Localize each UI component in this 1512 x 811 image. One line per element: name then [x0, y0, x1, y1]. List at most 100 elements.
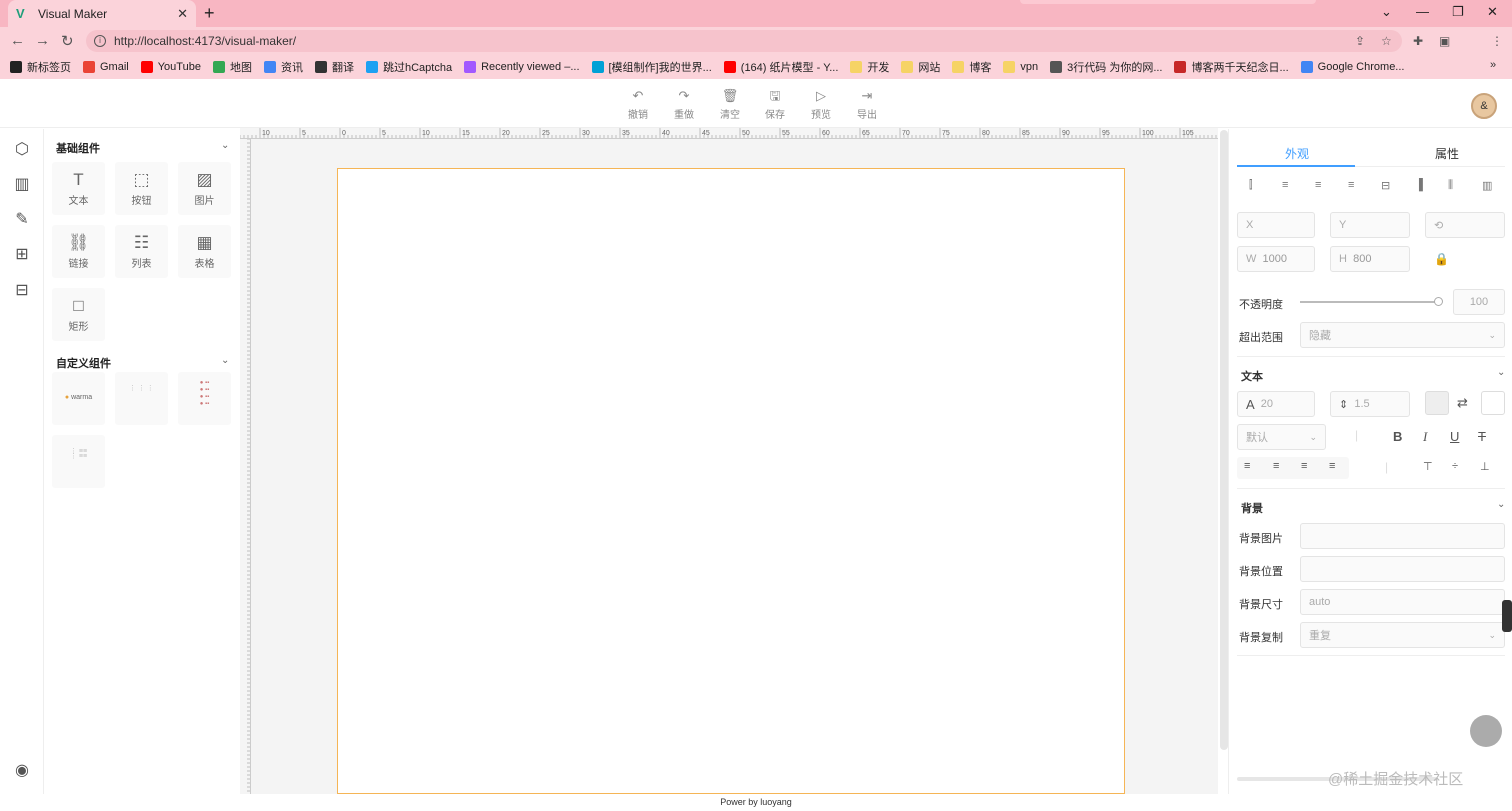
tab-appearance[interactable]: 外观	[1285, 145, 1309, 162]
distribute-h-icon[interactable]: ≡	[1348, 179, 1354, 191]
github-icon[interactable]: ◉	[12, 761, 32, 781]
new-tab-button[interactable]: +	[204, 3, 215, 24]
component-2[interactable]: ▨ 图片	[178, 162, 231, 215]
save-button[interactable]: 🖫 保存	[757, 88, 793, 121]
menu-icon[interactable]: ⋮	[1491, 34, 1503, 48]
cube-icon[interactable]: ⬡	[12, 140, 32, 160]
bookmark-item[interactable]: 开发	[850, 59, 889, 75]
preview-button[interactable]: ▷ 预览	[803, 88, 839, 121]
restore-button[interactable]: ❐	[1452, 4, 1464, 20]
bookmark-item[interactable]: YouTube	[140, 61, 201, 73]
align-middle-icon[interactable]: ▐	[1415, 179, 1423, 191]
side-panel-icon[interactable]: ▣	[1439, 34, 1450, 48]
bg-position-input[interactable]	[1300, 556, 1505, 582]
bookmark-item[interactable]: 3行代码 为你的网...	[1050, 59, 1162, 75]
bookmark-item[interactable]: Recently viewed –...	[464, 61, 580, 73]
chart-icon[interactable]: ▥	[12, 175, 32, 195]
opacity-slider-track[interactable]	[1300, 301, 1438, 303]
bookmark-item[interactable]: [模组制作]我的世界...	[591, 59, 712, 75]
text-color-picker[interactable]	[1425, 391, 1449, 415]
rotate-field[interactable]: ⟲	[1425, 212, 1505, 238]
bookmarks-overflow-icon[interactable]: »	[1490, 59, 1496, 71]
close-tab-icon[interactable]: ✕	[177, 6, 188, 22]
bookmark-item[interactable]: 新标签页	[10, 59, 71, 75]
width-field[interactable]: W 1000	[1237, 246, 1315, 272]
height-field[interactable]: H 800	[1330, 246, 1410, 272]
text-align-left-icon[interactable]: ≡	[1244, 460, 1250, 472]
bg-image-input[interactable]	[1300, 523, 1505, 549]
strikethrough-icon[interactable]: T	[1478, 429, 1486, 444]
bookmark-item[interactable]: Google Chrome...	[1300, 61, 1404, 73]
align-left-icon[interactable]: ⫿	[1249, 179, 1253, 192]
help-bubble-icon[interactable]	[1470, 715, 1502, 747]
side-drawer-handle[interactable]	[1502, 600, 1512, 632]
component-3[interactable]: ⛓ 链接	[52, 225, 105, 278]
distribute-v-icon[interactable]: ▥	[1482, 179, 1492, 192]
component-1[interactable]: ⬚ 按钮	[115, 162, 168, 215]
opacity-slider-handle[interactable]	[1434, 297, 1443, 306]
canvas-scrollbar[interactable]	[1220, 130, 1228, 750]
overflow-select[interactable]: 隐藏 ⌄	[1300, 322, 1505, 348]
share-icon[interactable]: ⇪	[1355, 34, 1365, 48]
text-align-center-icon[interactable]: ≡	[1273, 460, 1279, 472]
bold-icon[interactable]: B	[1393, 429, 1402, 444]
italic-icon[interactable]: I	[1423, 429, 1427, 445]
bookmark-item[interactable]: 地图	[212, 59, 252, 75]
underline-icon[interactable]: U	[1450, 429, 1459, 444]
site-info-icon[interactable]: i	[94, 35, 106, 47]
extensions-icon[interactable]: ✚	[1413, 34, 1423, 48]
bookmark-item[interactable]: 跳过hCaptcha	[365, 59, 452, 75]
apps-icon[interactable]: ⊞	[12, 245, 32, 265]
bg-color-picker[interactable]	[1481, 391, 1505, 415]
bookmark-item[interactable]: 博客	[952, 59, 991, 75]
browser-tab[interactable]: V Visual Maker ✕	[8, 0, 196, 27]
chevron-down-icon[interactable]: ⌄	[1497, 499, 1505, 510]
font-family-select[interactable]: 默认 ⌄	[1237, 424, 1326, 450]
design-canvas[interactable]	[337, 168, 1125, 794]
vertical-align-top-icon[interactable]: ⊤	[1423, 460, 1433, 473]
omnibox[interactable]: i http://localhost:4173/visual-maker/	[86, 30, 1402, 52]
custom-component-warma[interactable]: ● warma	[52, 372, 105, 425]
vertical-align-middle-icon[interactable]: ÷	[1452, 460, 1458, 472]
line-height-field[interactable]: ⇕ 1.5	[1330, 391, 1410, 417]
tab-search-icon[interactable]: ⌄	[1381, 4, 1392, 20]
component-4[interactable]: ☷ 列表	[115, 225, 168, 278]
bg-repeat-select[interactable]: 重复 ⌄	[1300, 622, 1505, 648]
undo-button[interactable]: ↶ 撤销	[620, 88, 656, 121]
back-icon[interactable]: ←	[10, 32, 25, 49]
custom-component-3[interactable]: ● ▪▪ ● ▪▪ ● ▪▪ ● ▪▪	[178, 372, 231, 425]
vertical-align-bottom-icon[interactable]: ⊥	[1480, 460, 1490, 473]
chevron-down-icon[interactable]: ⌄	[1497, 367, 1505, 378]
clear-button[interactable]: 🗑 清空	[712, 88, 748, 121]
url-text[interactable]: http://localhost:4173/visual-maker/	[114, 34, 296, 48]
export-button[interactable]: ⇥ 导出	[849, 88, 885, 121]
text-align-justify-icon[interactable]: ≡	[1329, 460, 1335, 472]
bookmark-item[interactable]: Gmail	[83, 61, 129, 73]
align-center-h-icon[interactable]: ≡	[1282, 179, 1288, 191]
close-window-button[interactable]: ✕	[1487, 4, 1498, 20]
custom-component-4[interactable]: ⋮ ≡≡ ⋮ ≡≡	[52, 435, 105, 488]
tree-icon[interactable]: ⊟	[12, 281, 32, 301]
text-align-right-icon[interactable]: ≡	[1301, 460, 1307, 472]
bg-size-input[interactable]: auto	[1300, 589, 1505, 615]
lock-icon[interactable]: 🔒	[1434, 252, 1449, 266]
bookmark-item[interactable]: (164) 纸片模型 - Y...	[723, 59, 838, 75]
bookmark-item[interactable]: 博客两千天纪念日...	[1174, 59, 1289, 75]
tools-icon[interactable]: ✎	[12, 210, 32, 230]
opacity-input[interactable]: 100	[1453, 289, 1505, 315]
bookmark-item[interactable]: 资讯	[263, 59, 303, 75]
custom-component-2[interactable]: ⋮ ⋮ ⋮	[115, 372, 168, 425]
bookmark-item[interactable]: 网站	[901, 59, 940, 75]
component-0[interactable]: T 文本	[52, 162, 105, 215]
redo-button[interactable]: ↷ 重做	[666, 88, 702, 121]
chevron-down-icon[interactable]: ⌄	[221, 140, 229, 151]
component-6[interactable]: □ 矩形	[52, 288, 105, 341]
align-right-icon[interactable]: ≡	[1315, 179, 1321, 191]
forward-icon[interactable]: →	[35, 32, 50, 49]
component-5[interactable]: ▦ 表格	[178, 225, 231, 278]
bookmark-item[interactable]: 翻译	[314, 59, 354, 75]
x-field[interactable]: X	[1237, 212, 1315, 238]
y-field[interactable]: Y	[1330, 212, 1410, 238]
bookmark-item[interactable]: vpn	[1003, 61, 1038, 73]
tab-properties[interactable]: 属性	[1435, 145, 1459, 162]
